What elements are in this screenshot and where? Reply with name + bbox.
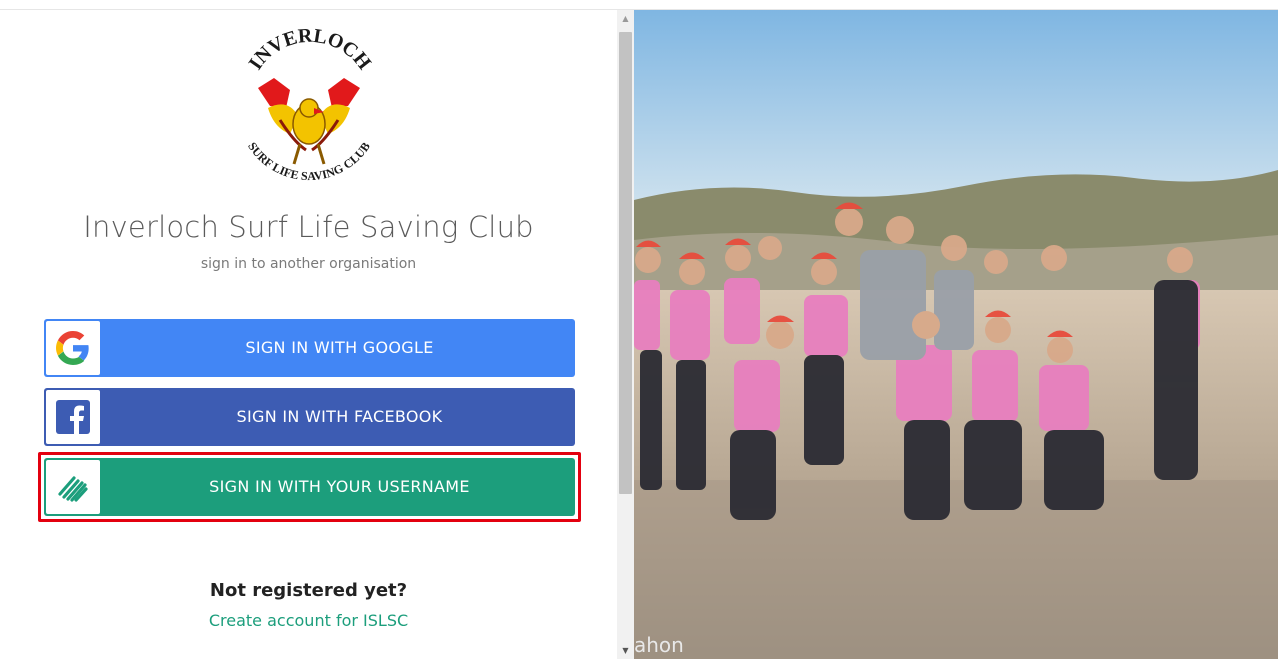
scroll-thumb[interactable] [619,32,632,494]
sign-in-panel: INVERLOCH SURF LIFE SAVING CLUB Inverloc… [0,10,617,659]
logo-text-bottom: SURF LIFE SAVING CLUB [245,140,373,184]
photo-caption-fragment: ahon [634,633,684,657]
create-account-link[interactable]: Create account for ISLSC [0,611,617,630]
scroll-up-arrow-icon[interactable]: ▲ [617,10,634,27]
stripes-logo-icon [46,460,100,514]
facebook-icon [46,390,100,444]
window-top-edge [0,0,1278,10]
beach-group-photo: ahon [634,10,1278,659]
club-logo: INVERLOCH SURF LIFE SAVING CLUB [244,25,375,184]
sign-in-google-button[interactable]: SIGN IN WITH GOOGLE [44,319,575,377]
organisation-title: Inverloch Surf Life Saving Club [83,210,534,244]
sign-in-username-button[interactable]: SIGN IN WITH YOUR USERNAME [44,458,575,516]
scroll-down-arrow-icon[interactable]: ▼ [617,642,634,659]
google-icon [46,321,100,375]
logo-text-top: INVERLOCH [244,25,375,75]
not-registered-heading: Not registered yet? [209,580,408,601]
google-button-label: SIGN IN WITH GOOGLE [245,338,434,357]
switch-organisation-link[interactable]: sign in to another organisation [0,256,617,272]
username-button-label: SIGN IN WITH YOUR USERNAME [209,477,470,496]
facebook-button-label: SIGN IN WITH FACEBOOK [236,407,443,426]
vertical-scrollbar[interactable]: ▲ ▼ [617,10,634,659]
sign-in-facebook-button[interactable]: SIGN IN WITH FACEBOOK [44,388,575,446]
photo-illustration [634,10,1278,659]
